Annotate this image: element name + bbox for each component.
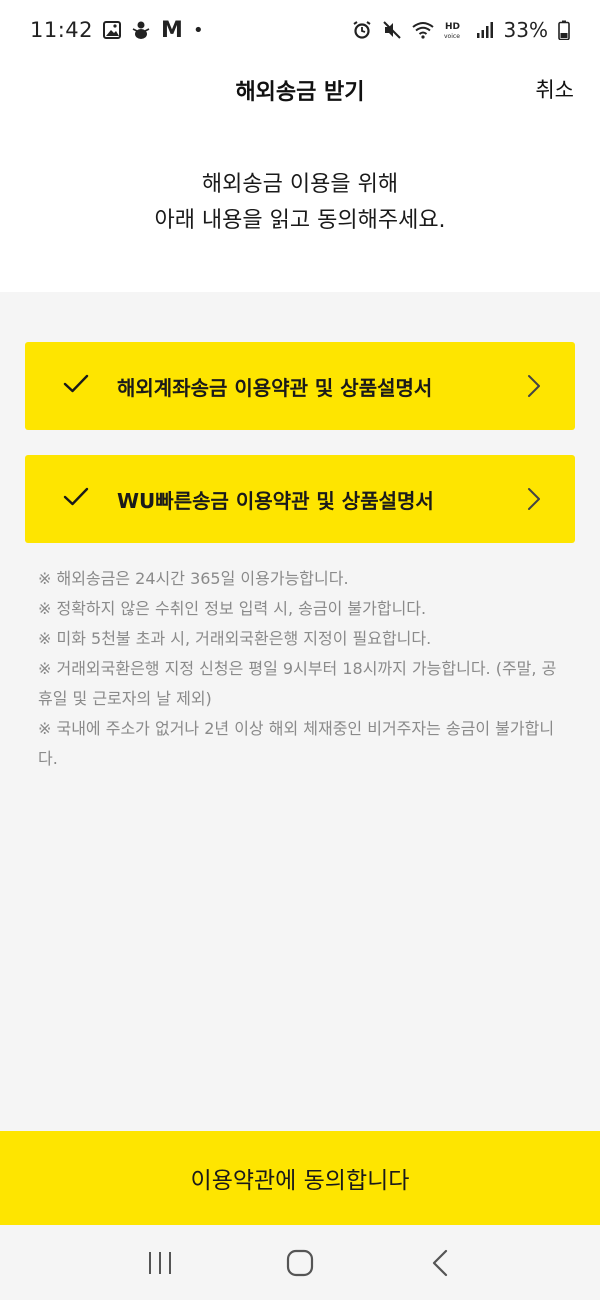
notice-item: ※ 거래외국환은행 지정 신청은 평일 9시부터 18시까지 가능합니다. (주… [38, 659, 557, 708]
recent-apps-button[interactable] [130, 1233, 190, 1293]
cancel-button[interactable]: 취소 [535, 74, 574, 104]
intro-line-2: 아래 내용을 읽고 동의해주세요. [154, 208, 446, 233]
term-label: WU빠른송금 이용약관 및 상품설명서 [117, 489, 434, 513]
notice-item: ※ 정확하지 않은 수취인 정보 입력 시, 송금이 불가합니다. [38, 599, 427, 618]
mute-icon [382, 20, 402, 40]
chevron-right-icon [527, 374, 541, 402]
battery-percent: 33% [503, 18, 548, 42]
battery-icon [558, 20, 570, 40]
header: 해외송금 받기 취소 [0, 60, 600, 120]
alarm-icon [352, 20, 372, 40]
term-item-wu-transfer[interactable]: WU빠른송금 이용약관 및 상품설명서 [25, 455, 575, 543]
home-button[interactable] [270, 1233, 330, 1293]
agree-button[interactable]: 이용약관에 동의합니다 [0, 1131, 600, 1225]
term-item-overseas-account[interactable]: 해외계좌송금 이용약관 및 상품설명서 [25, 342, 575, 430]
svg-text:HD: HD [445, 22, 460, 32]
signal-icon [476, 21, 494, 39]
check-icon[interactable] [63, 487, 89, 511]
gallery-icon [103, 21, 122, 39]
status-left: 11:42 M • [30, 18, 204, 43]
content-area: 해외계좌송금 이용약관 및 상품설명서 WU빠른송금 이용약관 및 상품설명서 … [0, 292, 600, 1132]
chevron-right-icon [527, 487, 541, 515]
term-label: 해외계좌송금 이용약관 및 상품설명서 [117, 376, 433, 400]
back-button[interactable] [410, 1233, 470, 1293]
system-navbar [0, 1225, 600, 1300]
status-bar: 11:42 M • HD voice 33% [0, 0, 600, 60]
back-icon [432, 1249, 448, 1276]
notice-item: ※ 국내에 주소가 없거나 2년 이상 해외 체재중인 비거주자는 송금이 불가… [38, 719, 555, 768]
wifi-icon [411, 21, 434, 39]
status-time: 11:42 [30, 18, 94, 42]
check-icon[interactable] [63, 374, 89, 398]
intro-section: 해외송금 이용을 위해 아래 내용을 읽고 동의해주세요. [0, 120, 600, 292]
page-title: 해외송금 받기 [235, 80, 365, 105]
home-icon [286, 1249, 314, 1276]
svg-text:voice: voice [444, 33, 460, 40]
notice-item: ※ 미화 5천불 초과 시, 거래외국환은행 지정이 필요합니다. [38, 629, 432, 648]
mail-icon: M [161, 17, 183, 43]
notice-list: ※ 해외송금은 24시간 365일 이용가능합니다. ※ 정확하지 않은 수취인… [38, 564, 568, 774]
notice-item: ※ 해외송금은 24시간 365일 이용가능합니다. [38, 569, 349, 588]
status-right: HD voice 33% [352, 18, 570, 42]
hd-voice-icon: HD voice [444, 20, 466, 40]
recent-apps-icon [149, 1251, 171, 1274]
notification-dot: • [192, 19, 204, 41]
intro-line-1: 해외송금 이용을 위해 [201, 172, 399, 197]
snowman-icon [131, 20, 151, 40]
